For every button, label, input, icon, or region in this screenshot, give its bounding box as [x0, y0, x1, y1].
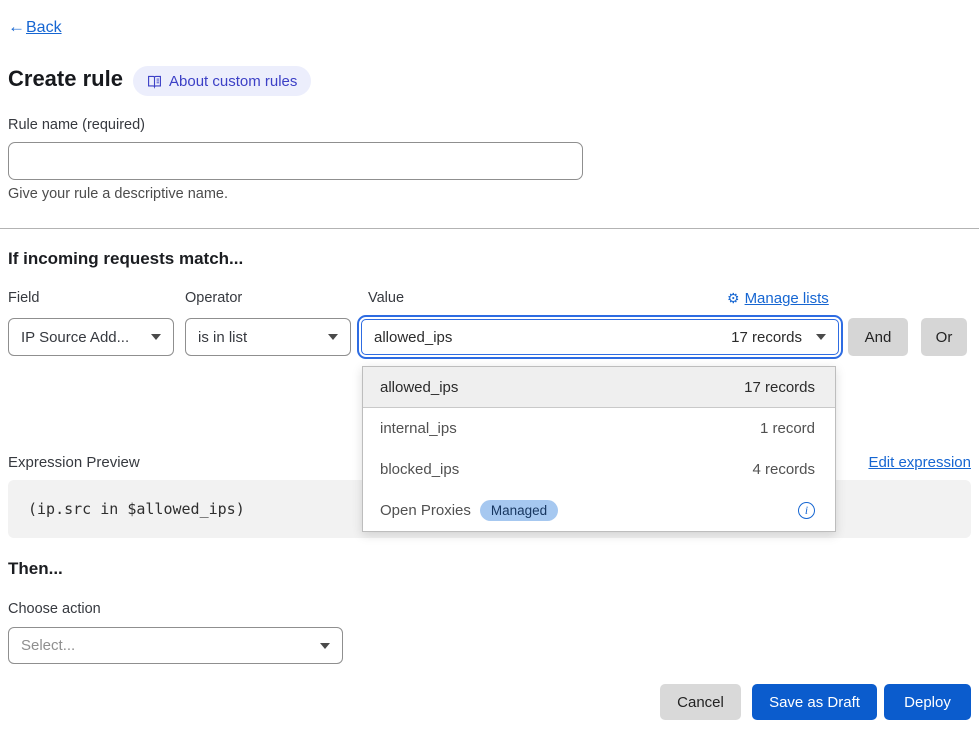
value-select-records: 17 records	[731, 329, 802, 346]
book-icon	[147, 74, 162, 89]
list-item-meta: 4 records	[752, 461, 815, 478]
or-button[interactable]: Or	[921, 318, 967, 356]
operator-select-value: is in list	[198, 329, 247, 346]
list-item-name: allowed_ips	[380, 379, 458, 396]
about-custom-rules-link[interactable]: About custom rules	[133, 66, 311, 96]
back-link-label: Back	[26, 19, 62, 37]
value-select-selected: allowed_ips	[374, 329, 452, 346]
expression-code: (ip.src in $allowed_ips)	[28, 500, 245, 518]
save-as-draft-button[interactable]: Save as Draft	[752, 684, 877, 720]
chevron-down-icon	[320, 643, 330, 649]
field-select[interactable]: IP Source Add...	[8, 318, 174, 356]
operator-label: Operator	[185, 290, 242, 306]
edit-expression-link[interactable]: Edit expression	[868, 454, 971, 471]
managed-badge: Managed	[480, 500, 558, 521]
back-arrow-icon: ←	[8, 17, 25, 37]
rule-name-input[interactable]	[8, 142, 583, 180]
chevron-down-icon	[151, 334, 161, 340]
create-rule-page: ← Back Create rule About custom rules Ru…	[0, 0, 979, 739]
manage-lists-link[interactable]: ⚙ Manage lists	[727, 290, 829, 307]
then-section-heading: Then...	[8, 559, 63, 579]
chevron-down-icon	[816, 334, 826, 340]
list-dropdown-menu: allowed_ips 17 records internal_ips 1 re…	[362, 366, 836, 532]
value-select[interactable]: allowed_ips 17 records	[361, 319, 839, 355]
list-item-blocked-ips[interactable]: blocked_ips 4 records	[363, 449, 835, 490]
about-custom-rules-label: About custom rules	[169, 73, 297, 90]
choose-action-label: Choose action	[8, 601, 101, 617]
action-select[interactable]: Select...	[8, 627, 343, 664]
gear-icon: ⚙	[727, 290, 740, 307]
list-item-meta: 1 record	[760, 420, 815, 437]
list-item-name: blocked_ips	[380, 461, 459, 478]
operator-select[interactable]: is in list	[185, 318, 351, 356]
field-select-value: IP Source Add...	[21, 329, 129, 346]
back-link[interactable]: ← Back	[8, 17, 62, 37]
expression-preview-label: Expression Preview	[8, 454, 140, 471]
section-divider	[0, 228, 979, 229]
value-select-focus-ring: allowed_ips 17 records	[357, 315, 843, 359]
rule-name-label: Rule name (required)	[8, 117, 145, 133]
info-icon[interactable]: i	[798, 502, 815, 519]
field-label: Field	[8, 290, 39, 306]
list-item-internal-ips[interactable]: internal_ips 1 record	[363, 408, 835, 449]
and-button[interactable]: And	[848, 318, 908, 356]
action-select-placeholder: Select...	[21, 637, 75, 654]
list-item-meta: 17 records	[744, 379, 815, 396]
list-item-open-proxies[interactable]: Open Proxies Managed i	[363, 490, 835, 531]
value-label: Value	[368, 290, 404, 306]
list-item-name: Open Proxies	[380, 502, 471, 519]
list-item-allowed-ips[interactable]: allowed_ips 17 records	[363, 367, 835, 408]
chevron-down-icon	[328, 334, 338, 340]
rule-name-helper: Give your rule a descriptive name.	[8, 186, 228, 202]
deploy-button[interactable]: Deploy	[884, 684, 971, 720]
page-title: Create rule	[8, 66, 123, 92]
manage-lists-label: Manage lists	[745, 290, 829, 307]
cancel-button[interactable]: Cancel	[660, 684, 741, 720]
match-section-heading: If incoming requests match...	[8, 249, 243, 269]
list-item-name: internal_ips	[380, 420, 457, 437]
